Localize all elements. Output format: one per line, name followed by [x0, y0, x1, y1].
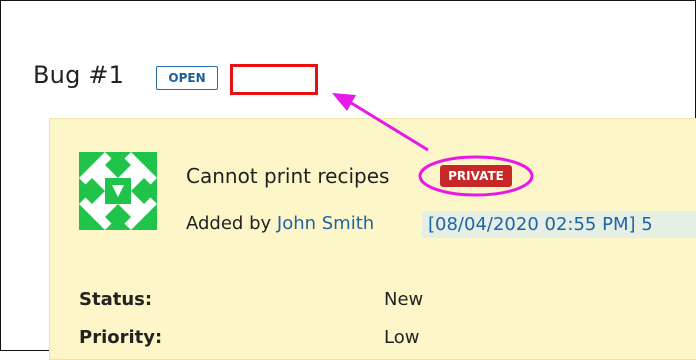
- annotation-overlay: [332, 93, 534, 197]
- annotation-circle: [418, 155, 534, 197]
- annotation-arrow-line: [347, 99, 429, 152]
